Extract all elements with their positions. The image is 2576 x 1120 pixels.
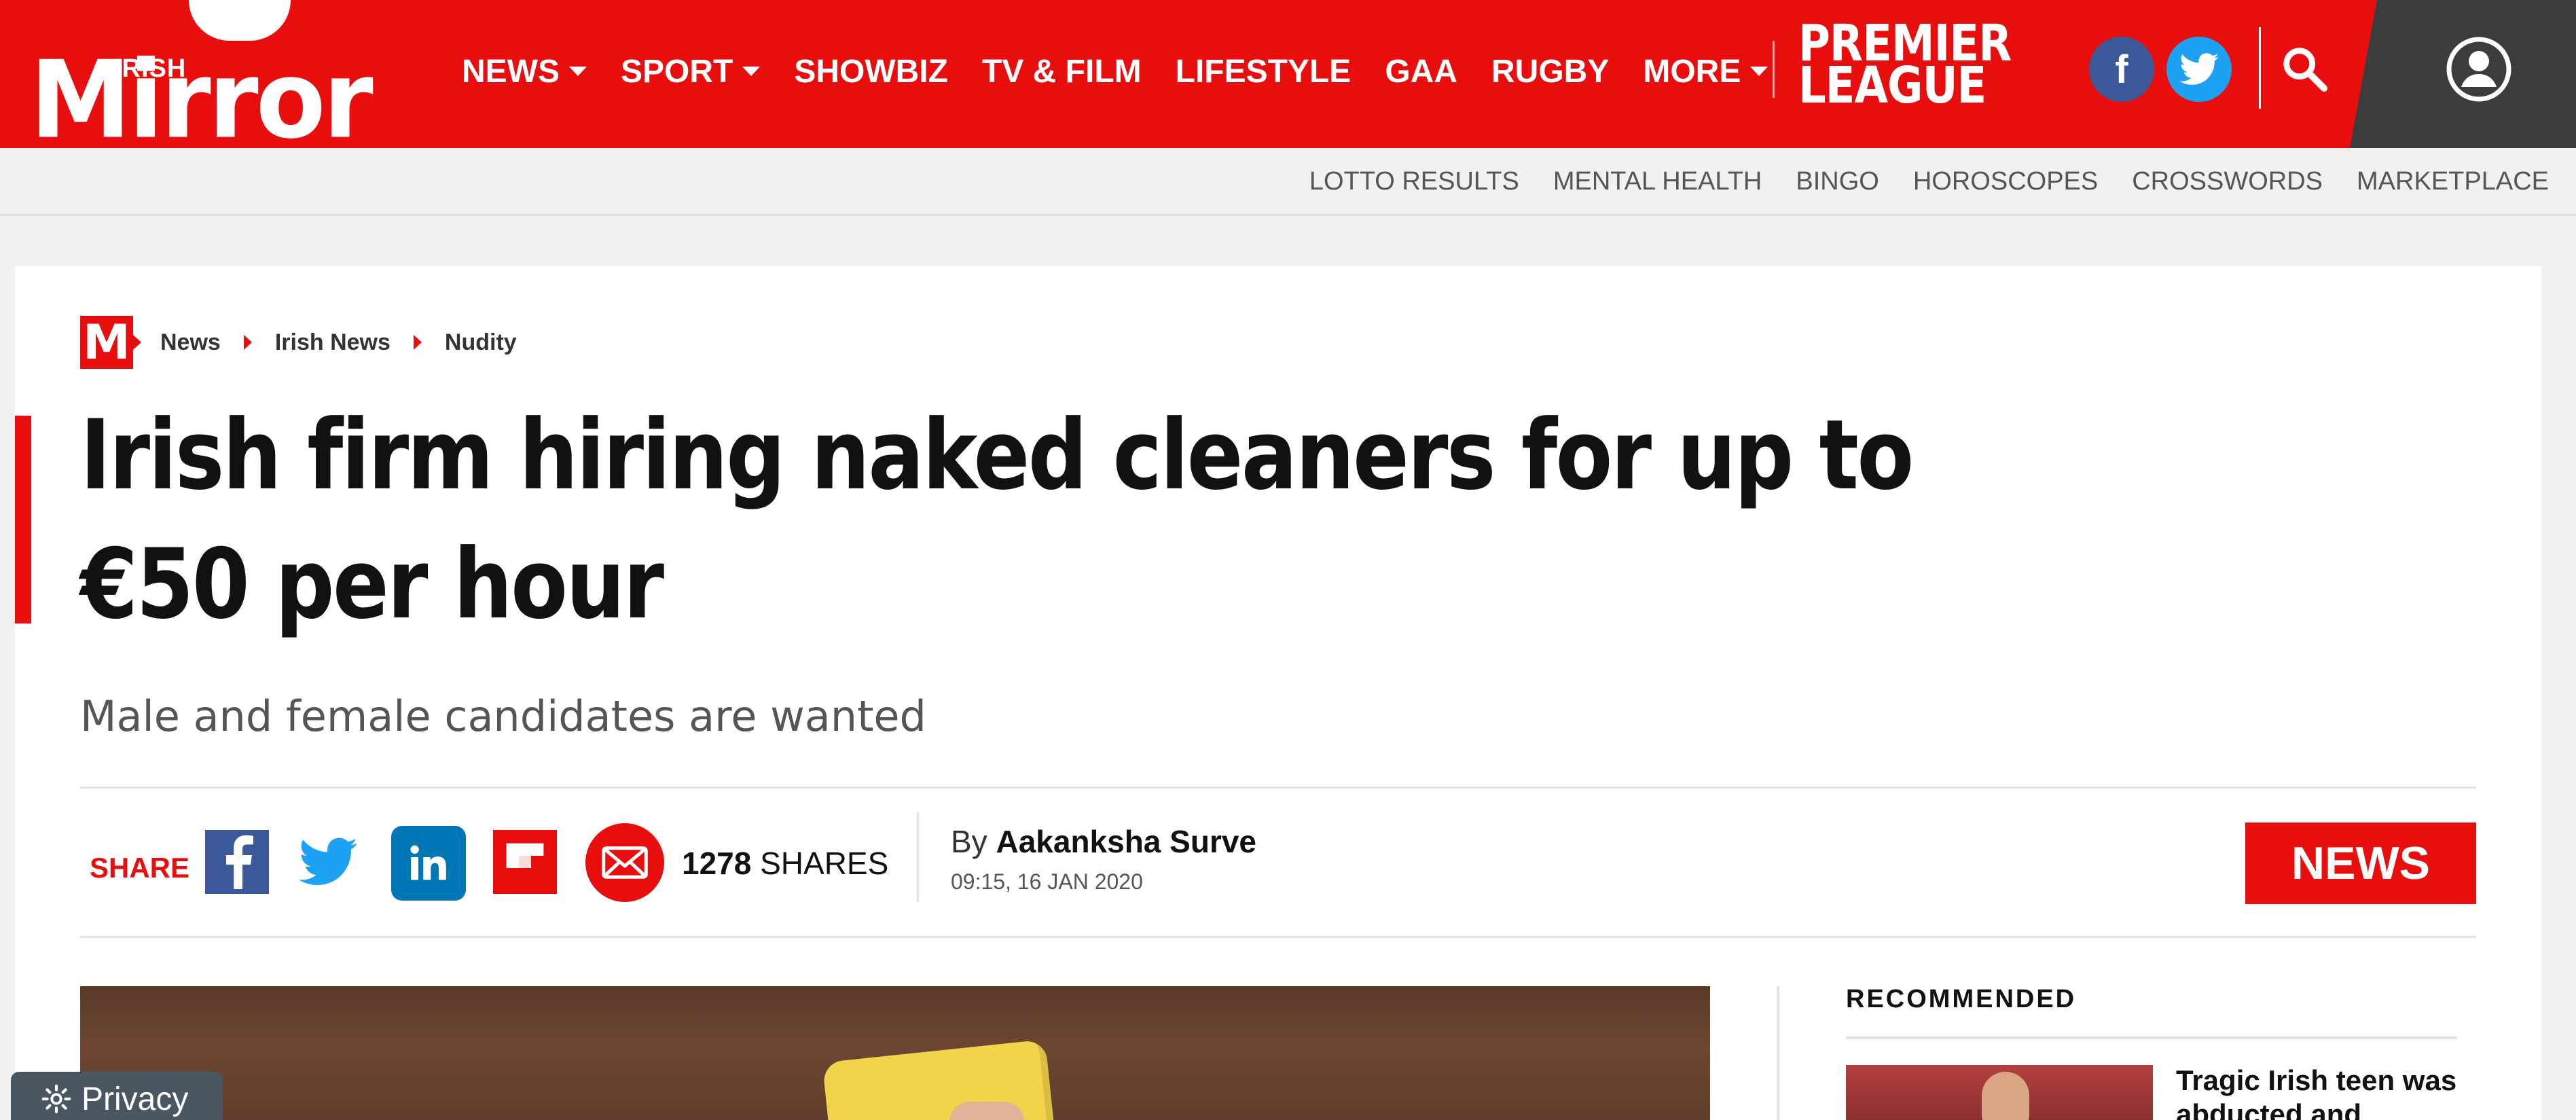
share-count-number: 1278: [682, 846, 752, 881]
nav-item-tv-film[interactable]: TV & FILM: [982, 53, 1142, 90]
recommended-underline: [1846, 1036, 2457, 1039]
chevron-down-icon: [569, 67, 587, 76]
privacy-button[interactable]: Privacy: [11, 1072, 223, 1120]
subnav-lotto-results[interactable]: LOTTO RESULTS: [1309, 167, 1519, 196]
headline-accent-bar: [15, 416, 31, 624]
main-nav: NEWS SPORT SHOWBIZ TV & FILM LIFESTYLE G…: [462, 48, 1802, 95]
user-account-icon[interactable]: [2445, 35, 2513, 103]
chevron-down-icon: [1750, 67, 1768, 76]
twitter-icon[interactable]: [2166, 37, 2232, 102]
chevron-down-icon: [742, 67, 761, 76]
share-count: 1278 SHARES: [682, 845, 888, 882]
breadcrumb-nudity[interactable]: Nudity: [445, 329, 517, 356]
category-badge[interactable]: NEWS: [2245, 823, 2476, 904]
facebook-icon[interactable]: f: [2089, 37, 2154, 102]
header-divider: [2259, 27, 2261, 109]
irish-mirror-logo[interactable]: IRISH Mirror: [30, 0, 390, 154]
subnav-marketplace[interactable]: MARKETPLACE: [2357, 167, 2549, 196]
author-name[interactable]: Aakanksha Surve: [996, 824, 1256, 859]
recommended-thumbnail[interactable]: [1846, 1065, 2153, 1120]
flipboard-icon[interactable]: [493, 830, 557, 894]
article-standfirst: Male and female candidates are wanted: [80, 691, 926, 741]
publish-date: 09:15, 16 JAN 2020: [951, 869, 1143, 894]
subnav-horoscopes[interactable]: HOROSCOPES: [1913, 167, 2098, 196]
nav-divider: [1773, 41, 1775, 98]
breadcrumb-arrow-icon: [413, 335, 422, 350]
divider-top: [80, 787, 2476, 789]
nav-item-news[interactable]: NEWS: [462, 53, 587, 90]
nav-item-gaa[interactable]: GAA: [1385, 53, 1457, 90]
sidebar-divider: [1777, 986, 1779, 1120]
logo-crest-decoration: [189, 0, 291, 41]
subnav-mental-health[interactable]: MENTAL HEALTH: [1553, 167, 1762, 196]
nav-item-showbiz[interactable]: SHOWBIZ: [794, 53, 948, 90]
hero-hand: [949, 1102, 1024, 1120]
breadcrumb-news[interactable]: News: [160, 329, 221, 356]
nav-item-sport[interactable]: SPORT: [621, 53, 761, 90]
email-icon[interactable]: [585, 823, 664, 902]
recommended-headline[interactable]: Tragic Irish teen was abducted and: [2176, 1064, 2475, 1120]
logo-mirror-text: Mirror: [30, 38, 374, 163]
thumbnail-person: [1982, 1072, 2029, 1120]
premier-league-line2: LEAGUE: [1798, 57, 1987, 115]
byline-prefix: By: [951, 824, 987, 859]
twitter-icon[interactable]: [296, 830, 360, 894]
nav-item-rugby[interactable]: RUGBY: [1491, 53, 1609, 90]
hero-sponge: [822, 1039, 1057, 1120]
privacy-label: Privacy: [81, 1081, 189, 1117]
article-headline: Irish firm hiring naked cleaners for up …: [80, 399, 1914, 640]
facebook-icon[interactable]: [205, 830, 269, 894]
share-byline-divider: [917, 812, 919, 902]
secondary-nav-items: LOTTO RESULTS MENTAL HEALTH BINGO HOROSC…: [1275, 167, 2549, 196]
secondary-nav: LOTTO RESULTS MENTAL HEALTH BINGO HOROSC…: [0, 148, 2576, 216]
site-header: IRISH Mirror NEWS SPORT SHOWBIZ TV & FIL…: [0, 0, 2576, 154]
gear-icon: [41, 1084, 71, 1114]
nav-item-more[interactable]: MORE: [1643, 53, 1768, 90]
breadcrumb-irish-news[interactable]: Irish News: [275, 329, 391, 356]
divider-bottom: [80, 936, 2476, 938]
search-icon[interactable]: [2281, 45, 2328, 92]
nav-item-lifestyle[interactable]: LIFESTYLE: [1176, 53, 1352, 90]
breadcrumb-arrow-icon: [243, 335, 252, 350]
mirror-m-logo[interactable]: M: [80, 314, 141, 370]
share-label: SHARE: [90, 852, 190, 884]
byline: By Aakanksha Surve: [951, 823, 1256, 860]
linkedin-icon[interactable]: [391, 826, 466, 901]
subnav-bingo[interactable]: BINGO: [1796, 167, 1879, 196]
breadcrumb: M News Irish News Nudity: [80, 314, 517, 370]
recommended-heading: RECOMMENDED: [1846, 985, 2077, 1013]
share-count-label: SHARES: [760, 846, 889, 881]
premier-league-link[interactable]: PREMIER LEAGUE: [1798, 19, 2012, 115]
subnav-crosswords[interactable]: CROSSWORDS: [2132, 167, 2323, 196]
article-hero-image: [80, 986, 1710, 1120]
